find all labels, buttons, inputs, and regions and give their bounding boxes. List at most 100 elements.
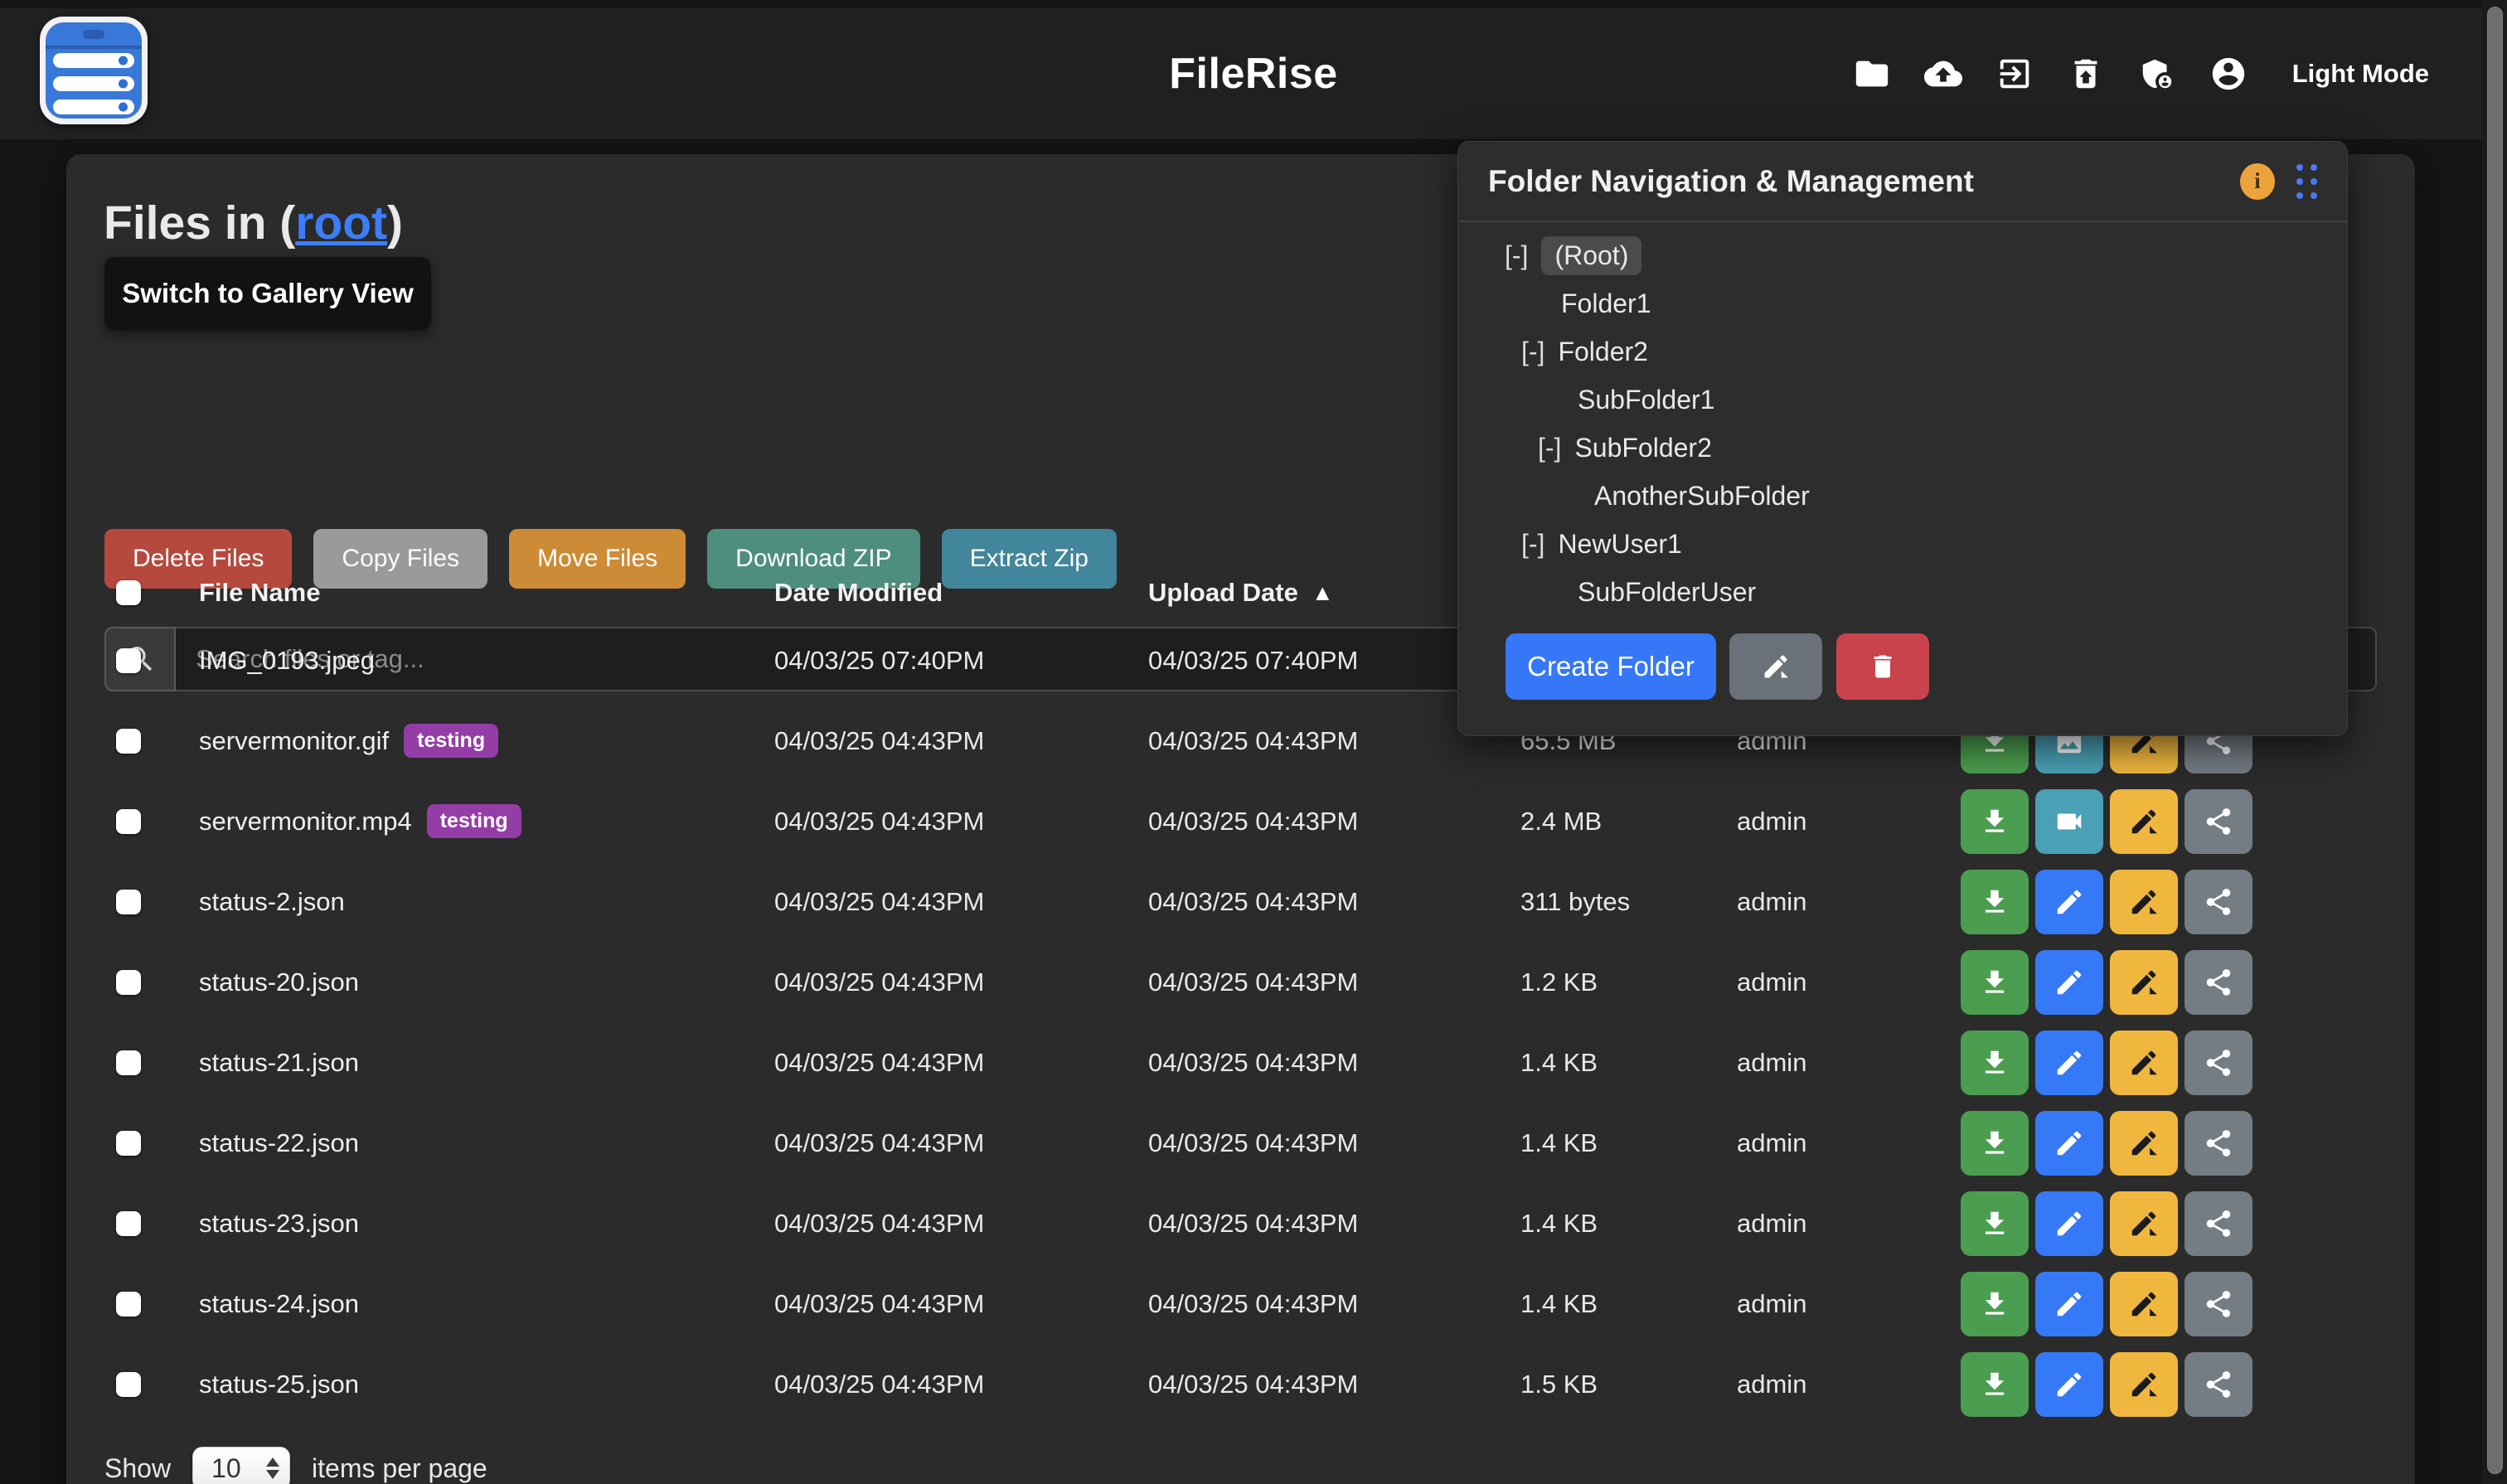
page-title-prefix: Files in ( xyxy=(104,196,295,250)
collapse-toggle[interactable]: [-] xyxy=(1521,337,1544,367)
folder-tree-item-folder2[interactable]: [-] Folder2 xyxy=(1458,327,2347,376)
rename-button[interactable] xyxy=(2110,1111,2178,1176)
file-size: 1.4 KB xyxy=(1520,1128,1598,1158)
edit-button[interactable] xyxy=(2035,870,2103,934)
collapse-toggle[interactable]: [-] xyxy=(1521,529,1544,560)
file-name[interactable]: status-20.json xyxy=(199,968,359,997)
folder-panel-title: Folder Navigation & Management xyxy=(1488,164,2240,199)
share-button[interactable] xyxy=(2185,1272,2252,1336)
folder-tree-item-anothersubfolder[interactable]: AnotherSubFolder xyxy=(1458,472,2347,520)
folder-label[interactable]: Folder1 xyxy=(1561,289,1651,319)
rename-button[interactable] xyxy=(2110,950,2178,1015)
file-name[interactable]: status-21.json xyxy=(199,1048,359,1078)
folder-tree-item-subfolder2[interactable]: [-] SubFolder2 xyxy=(1458,424,2347,472)
folder-label[interactable]: AnotherSubFolder xyxy=(1594,481,1810,512)
file-name[interactable]: status-23.json xyxy=(199,1209,359,1239)
rename-button[interactable] xyxy=(2110,1191,2178,1256)
rename-button[interactable] xyxy=(2110,789,2178,854)
share-button[interactable] xyxy=(2185,1031,2252,1095)
folder-icon[interactable] xyxy=(1853,55,1891,93)
share-button[interactable] xyxy=(2185,870,2252,934)
row-checkbox[interactable] xyxy=(116,729,141,754)
rename-folder-button[interactable] xyxy=(1729,633,1822,700)
edit-button[interactable] xyxy=(2035,1111,2103,1176)
folder-label[interactable]: NewUser1 xyxy=(1558,529,1681,560)
collapse-toggle[interactable]: [-] xyxy=(1538,433,1561,463)
row-checkbox[interactable] xyxy=(116,648,141,673)
switch-gallery-view-button[interactable]: Switch to Gallery View xyxy=(104,257,431,330)
app-logo[interactable] xyxy=(40,17,148,124)
row-checkbox[interactable] xyxy=(116,1131,141,1156)
rename-button[interactable] xyxy=(2110,1031,2178,1095)
download-button[interactable] xyxy=(1961,1352,2029,1417)
user-account-icon[interactable] xyxy=(2209,55,2248,93)
scrollbar-track[interactable] xyxy=(2482,0,2507,1484)
folder-tree-item-folder1[interactable]: Folder1 xyxy=(1458,279,2347,327)
download-button[interactable] xyxy=(1961,1031,2029,1095)
share-button[interactable] xyxy=(2185,950,2252,1015)
cloud-upload-icon[interactable] xyxy=(1924,55,1962,93)
trash-restore-icon[interactable] xyxy=(2067,55,2105,93)
folder-tree-item-subfolder1[interactable]: SubFolder1 xyxy=(1458,376,2347,424)
share-button[interactable] xyxy=(2185,1191,2252,1256)
column-header-file-name[interactable]: File Name xyxy=(199,578,320,608)
folder-label[interactable]: (Root) xyxy=(1541,236,1641,275)
row-checkbox[interactable] xyxy=(116,809,141,834)
row-checkbox[interactable] xyxy=(116,1211,141,1236)
create-folder-button[interactable]: Create Folder xyxy=(1506,633,1716,700)
edit-button[interactable] xyxy=(2035,1191,2103,1256)
download-button[interactable] xyxy=(1961,1272,2029,1336)
logout-icon[interactable] xyxy=(1995,55,2034,93)
share-button[interactable] xyxy=(2185,1352,2252,1417)
folder-label[interactable]: SubFolder2 xyxy=(1574,433,1711,463)
file-name[interactable]: status-2.json xyxy=(199,887,345,917)
download-button[interactable] xyxy=(1961,870,2029,934)
items-per-page-label: items per page xyxy=(312,1453,487,1484)
folder-tree-item-subfolderuser[interactable]: SubFolderUser xyxy=(1458,568,2347,616)
folder-label[interactable]: Folder2 xyxy=(1558,337,1648,367)
file-name[interactable]: servermonitor.gif xyxy=(199,726,389,756)
rename-button[interactable] xyxy=(2110,870,2178,934)
folder-label[interactable]: SubFolder1 xyxy=(1578,385,1714,415)
videocam-button[interactable] xyxy=(2035,789,2103,854)
row-checkbox[interactable] xyxy=(116,1050,141,1075)
edit-button[interactable] xyxy=(2035,1272,2103,1336)
row-checkbox[interactable] xyxy=(116,1292,141,1317)
root-folder-link[interactable]: root xyxy=(295,196,387,250)
rename-icon xyxy=(2128,967,2160,998)
edit-button[interactable] xyxy=(2035,1352,2103,1417)
column-header-date-modified[interactable]: Date Modified xyxy=(774,578,943,608)
sort-asc-icon[interactable]: ▲ xyxy=(1312,580,1334,606)
file-name[interactable]: status-24.json xyxy=(199,1289,359,1319)
share-button[interactable] xyxy=(2185,789,2252,854)
folder-label[interactable]: SubFolderUser xyxy=(1578,577,1756,608)
row-checkbox[interactable] xyxy=(116,970,141,995)
download-button[interactable] xyxy=(1961,1111,2029,1176)
edit-button[interactable] xyxy=(2035,1031,2103,1095)
scrollbar-thumb[interactable] xyxy=(2487,7,2503,1474)
theme-toggle[interactable]: Light Mode xyxy=(2292,59,2429,89)
items-per-page-select[interactable]: 10 xyxy=(192,1447,290,1484)
row-checkbox[interactable] xyxy=(116,1372,141,1397)
info-icon[interactable]: i xyxy=(2240,163,2275,200)
collapse-toggle[interactable]: [-] xyxy=(1505,240,1528,271)
file-name[interactable]: status-22.json xyxy=(199,1128,359,1158)
folder-tree-item-newuser1[interactable]: [-] NewUser1 xyxy=(1458,520,2347,568)
rename-button[interactable] xyxy=(2110,1352,2178,1417)
download-button[interactable] xyxy=(1961,789,2029,854)
row-checkbox[interactable] xyxy=(116,890,141,914)
file-name[interactable]: servermonitor.mp4 xyxy=(199,807,412,837)
rename-button[interactable] xyxy=(2110,1272,2178,1336)
file-name[interactable]: IMG_0193.jpeg xyxy=(199,646,375,676)
folder-tree-item-root[interactable]: [-] (Root) xyxy=(1458,231,2347,279)
share-button[interactable] xyxy=(2185,1111,2252,1176)
edit-button[interactable] xyxy=(2035,950,2103,1015)
delete-folder-button[interactable] xyxy=(1836,633,1929,700)
admin-shield-icon[interactable] xyxy=(2138,55,2176,93)
file-name[interactable]: status-25.json xyxy=(199,1370,359,1399)
drag-handle-icon[interactable] xyxy=(2296,164,2317,199)
download-button[interactable] xyxy=(1961,950,2029,1015)
select-all-checkbox[interactable] xyxy=(116,580,141,605)
column-header-upload-date[interactable]: Upload Date xyxy=(1148,578,1298,608)
download-button[interactable] xyxy=(1961,1191,2029,1256)
